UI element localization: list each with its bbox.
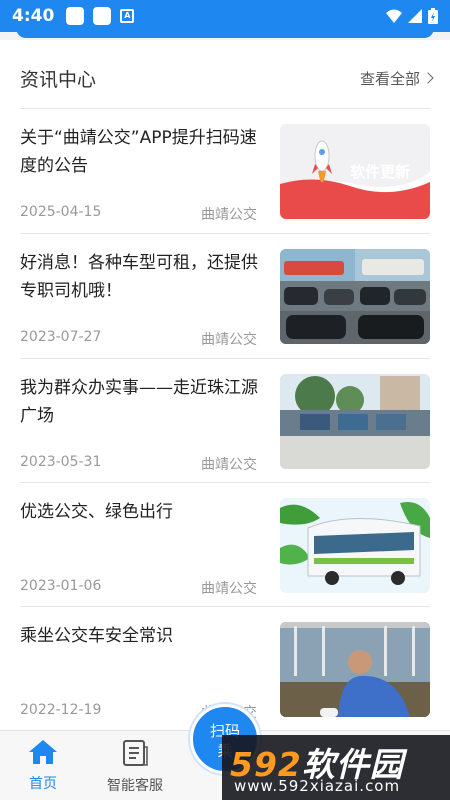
- a-notification-icon: A: [120, 9, 135, 23]
- news-source: 曲靖公交: [201, 581, 257, 597]
- news-date: 2025-04-15: [20, 204, 102, 220]
- document-icon: [123, 740, 148, 766]
- status-time: 4:40: [12, 6, 55, 26]
- news-date: 2023-05-31: [20, 454, 102, 470]
- news-date: 2023-01-06: [20, 578, 102, 594]
- section-header: 资讯中心 查看全部: [20, 60, 434, 96]
- nav-smart-service[interactable]: 智能客服: [95, 739, 175, 795]
- news-item[interactable]: 关于“曲靖公交”APP提升扫码速度的公告 2025-04-15 曲靖公交 软件更…: [20, 124, 430, 224]
- view-all-link[interactable]: 查看全部: [359, 68, 434, 89]
- divider: [20, 233, 430, 234]
- news-title: 我为群众办实事——走近珠江源广场: [20, 378, 258, 426]
- news-date: 2023-07-27: [20, 329, 102, 345]
- news-thumbnail: 软件更新: [280, 124, 430, 219]
- notification-icon: [93, 7, 112, 25]
- news-title: 优选公交、绿色出行: [20, 502, 173, 522]
- news-title: 好消息！各种车型可租，还提供专职司机哦！: [20, 253, 258, 301]
- news-thumbnail: [280, 498, 430, 593]
- notification-icon: [66, 7, 85, 25]
- divider: [20, 358, 430, 359]
- news-source: 曲靖公交: [201, 332, 257, 348]
- news-thumbnail: [280, 622, 430, 717]
- news-thumbnail: [280, 249, 430, 344]
- watermark-url: www.592xiazai.com: [234, 777, 401, 795]
- nav-service-label: 智能客服: [107, 778, 163, 794]
- status-indicators: [386, 8, 438, 24]
- news-title: 乘坐公交车安全常识: [20, 626, 173, 646]
- news-title: 关于“曲靖公交”APP提升扫码速度的公告: [20, 128, 257, 176]
- view-all-label: 查看全部: [359, 69, 420, 88]
- header-curve: [16, 28, 434, 38]
- chevron-right-icon: [422, 72, 434, 84]
- news-item[interactable]: 好消息！各种车型可租，还提供专职司机哦！ 2023-07-27 曲靖公交: [20, 249, 430, 349]
- nav-home[interactable]: 首页: [3, 739, 83, 793]
- news-center-card: 资讯中心 查看全部 关于“曲靖公交”APP提升扫码速度的公告 2025-04-1…: [0, 40, 450, 730]
- signal-icon: [408, 9, 422, 23]
- divider: [20, 108, 430, 109]
- news-source: 曲靖公交: [201, 457, 257, 473]
- section-title: 资讯中心: [20, 68, 97, 91]
- nav-home-label: 首页: [29, 776, 57, 792]
- news-source: 曲靖公交: [201, 207, 257, 223]
- divider: [20, 606, 430, 607]
- divider: [20, 482, 430, 483]
- watermark-logo: 592软件园 www.592xiazai.com: [222, 735, 450, 800]
- news-thumbnail: [280, 374, 430, 469]
- thumbnail-text: 软件更新: [350, 163, 411, 181]
- wifi-icon: [386, 9, 402, 23]
- news-item[interactable]: 我为群众办实事——走近珠江源广场 2023-05-31 曲靖公交: [20, 374, 430, 474]
- home-icon: [29, 740, 57, 764]
- news-item[interactable]: 优选公交、绿色出行 2023-01-06 曲靖公交: [20, 498, 430, 598]
- news-date: 2022-12-19: [20, 702, 102, 718]
- battery-icon: [428, 8, 438, 24]
